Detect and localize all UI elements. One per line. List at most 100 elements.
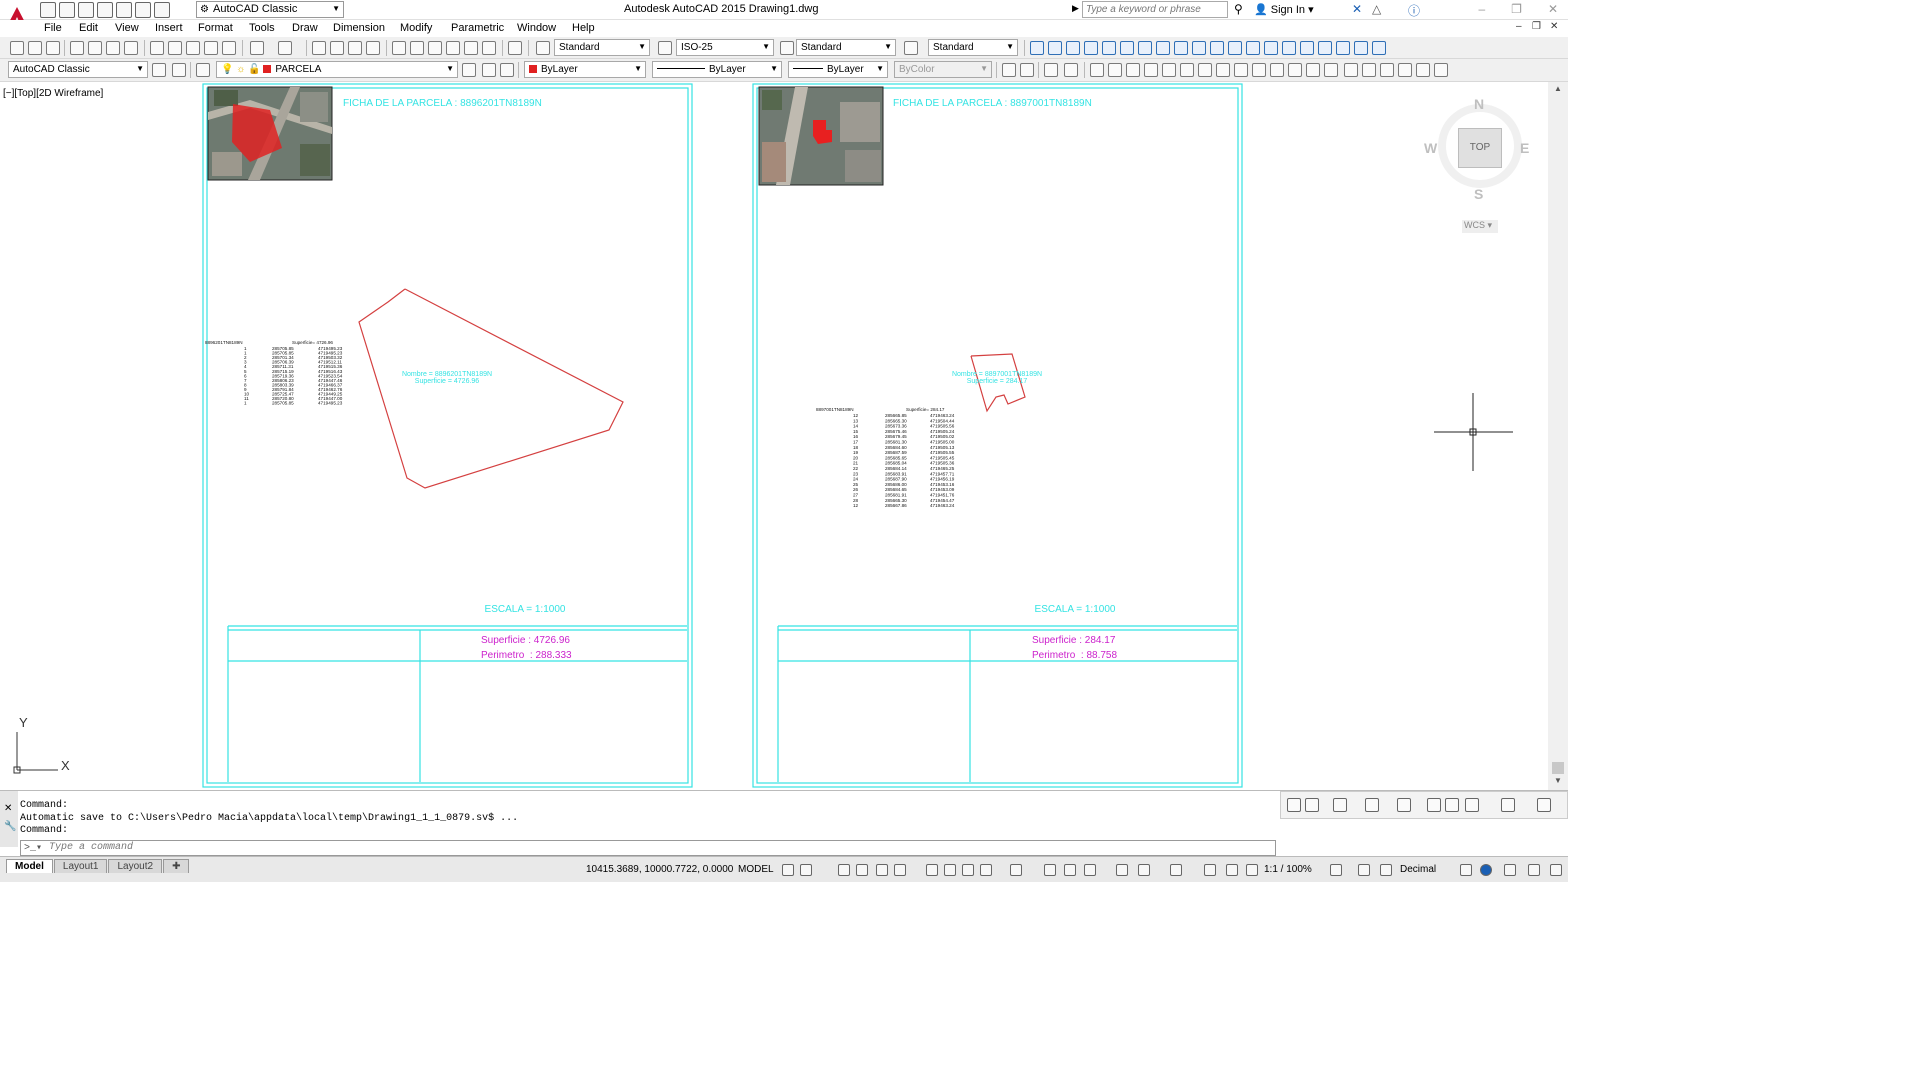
blend-icon[interactable] (1318, 41, 1332, 55)
lineweight-select[interactable]: ByLayer ▼ (788, 61, 888, 78)
add-layout-icon[interactable]: ✚ (163, 859, 190, 873)
table-style-icon[interactable] (780, 41, 794, 55)
bulb-icon[interactable]: 💡 (221, 64, 233, 75)
model-space-toggle[interactable]: MODEL (738, 864, 774, 875)
compass-north[interactable]: N (1474, 96, 1484, 112)
unlock-icon[interactable]: 🔓 (248, 64, 260, 75)
workspace-switch-icon[interactable] (1246, 864, 1258, 876)
color-select[interactable]: ByLayer ▼ (524, 61, 646, 78)
new-icon[interactable] (40, 2, 56, 18)
linetype-select[interactable]: ByLayer ▼ (652, 61, 782, 78)
copy-object-icon[interactable] (1048, 41, 1062, 55)
revision-cloud-icon[interactable] (1216, 63, 1230, 77)
workspace-settings-icon[interactable] (152, 63, 166, 77)
pan-icon[interactable] (312, 41, 326, 55)
arc-icon[interactable] (1180, 63, 1194, 77)
join-icon[interactable] (1264, 41, 1278, 55)
command-line-handle[interactable]: ✕ 🔧 (0, 791, 18, 847)
plot-icon[interactable] (116, 2, 132, 18)
cut-icon[interactable] (150, 41, 164, 55)
markup-icon[interactable] (464, 41, 478, 55)
isolate-objects-icon[interactable] (1480, 864, 1492, 876)
text-style-icon[interactable] (536, 41, 550, 55)
command-input[interactable]: >_▾ Type a command (20, 840, 1276, 856)
curve-tool-icon[interactable] (1427, 798, 1441, 812)
clean-screen-icon[interactable] (1504, 864, 1516, 876)
compass-west[interactable]: W (1424, 140, 1437, 156)
trim-icon[interactable] (1210, 41, 1224, 55)
zoom-previous-icon[interactable] (366, 41, 380, 55)
quick-properties-icon[interactable] (1460, 864, 1472, 876)
layer-select[interactable]: 💡 ☼ 🔓 PARCELA ▼ (216, 61, 458, 78)
table-icon[interactable] (1398, 63, 1412, 77)
viewcube-top-face[interactable]: TOP (1458, 128, 1502, 168)
dynamic-input-icon[interactable] (856, 864, 868, 876)
object-snap-icon[interactable] (962, 864, 974, 876)
doc-minimize-icon[interactable]: – (1516, 21, 1522, 32)
region-icon[interactable] (1380, 63, 1394, 77)
restore-icon[interactable]: ❐ (1511, 2, 1522, 16)
add-selected-icon[interactable] (1434, 63, 1448, 77)
stretch-icon[interactable] (1192, 41, 1206, 55)
customize-icon[interactable] (172, 63, 186, 77)
exchange-icon[interactable]: ✕ (1352, 2, 1362, 16)
layer-properties-icon[interactable] (196, 63, 210, 77)
layer-previous-icon[interactable] (482, 63, 496, 77)
grid-icon[interactable] (782, 864, 794, 876)
pen-tool-icon[interactable] (1445, 798, 1459, 812)
open-file-icon[interactable] (28, 41, 42, 55)
3d-dwf-icon[interactable] (124, 41, 138, 55)
qnew-icon[interactable] (10, 41, 24, 55)
text-style-select[interactable]: Standard ▼ (554, 39, 650, 56)
quickcalc-icon[interactable] (482, 41, 496, 55)
break-icon[interactable] (1246, 41, 1260, 55)
offset-icon[interactable] (1102, 41, 1116, 55)
plot-preview-icon[interactable] (88, 41, 102, 55)
selection-filter-icon[interactable] (1116, 864, 1128, 876)
plotstyle-select[interactable]: ByColor ▼ (894, 61, 992, 78)
open-icon[interactable] (59, 2, 75, 18)
tab-layout2[interactable]: Layout2 (108, 859, 163, 873)
workspace-select[interactable]: ⚙ AutoCAD Classic ▼ (196, 1, 344, 18)
publish-icon[interactable] (106, 41, 120, 55)
sign-in-button[interactable]: 👤 Sign In ▾ (1254, 3, 1314, 16)
gradient-icon[interactable] (1362, 63, 1376, 77)
wrench-icon[interactable]: 🔧 (4, 821, 16, 832)
explode-icon[interactable] (1336, 41, 1350, 55)
object-snap-tracking-icon[interactable] (944, 864, 956, 876)
menu-insert[interactable]: Insert (155, 22, 183, 34)
move-icon[interactable] (1066, 41, 1080, 55)
point-icon[interactable] (1324, 63, 1338, 77)
open-toolbar-icon[interactable] (1287, 798, 1301, 812)
chamfer-icon[interactable] (1282, 41, 1296, 55)
snap-mode-icon[interactable] (800, 864, 812, 876)
customization-icon[interactable] (1528, 864, 1540, 876)
close-icon[interactable]: ✕ (4, 803, 12, 814)
help-toolbar-icon[interactable] (1537, 798, 1551, 812)
minimize-icon[interactable]: – (1478, 2, 1485, 16)
menu-view[interactable]: View (115, 22, 139, 34)
ellipse-arc-icon[interactable] (1270, 63, 1284, 77)
doc-close-icon[interactable]: ✕ (1550, 21, 1558, 32)
move-toolbar-icon[interactable] (1397, 798, 1411, 812)
lineweight-toggle-icon[interactable] (980, 864, 992, 876)
multileader-style-icon[interactable] (904, 41, 918, 55)
edit-polyline-icon[interactable] (1372, 41, 1386, 55)
text-edit-icon[interactable] (1064, 63, 1078, 77)
make-block-icon[interactable] (1306, 63, 1320, 77)
compass-east[interactable]: E (1520, 140, 1529, 156)
coordinates-readout[interactable]: 10415.3689, 10000.7722, 0.0000 (586, 864, 733, 875)
redo-icon[interactable] (154, 2, 170, 18)
dynamic-ucs-icon[interactable] (1084, 864, 1096, 876)
match-properties-icon[interactable] (204, 41, 218, 55)
ellipse-icon[interactable] (1252, 63, 1266, 77)
polygon-icon[interactable] (1144, 63, 1158, 77)
scale-icon[interactable] (1174, 41, 1188, 55)
copy-icon[interactable] (168, 41, 182, 55)
menu-help[interactable]: Help (572, 22, 595, 34)
layer-walk-icon[interactable] (1002, 63, 1016, 77)
zoom-window-icon[interactable] (348, 41, 362, 55)
layer-match-icon[interactable] (1020, 63, 1034, 77)
erase-icon[interactable] (1030, 41, 1044, 55)
spline-icon[interactable] (1234, 63, 1248, 77)
